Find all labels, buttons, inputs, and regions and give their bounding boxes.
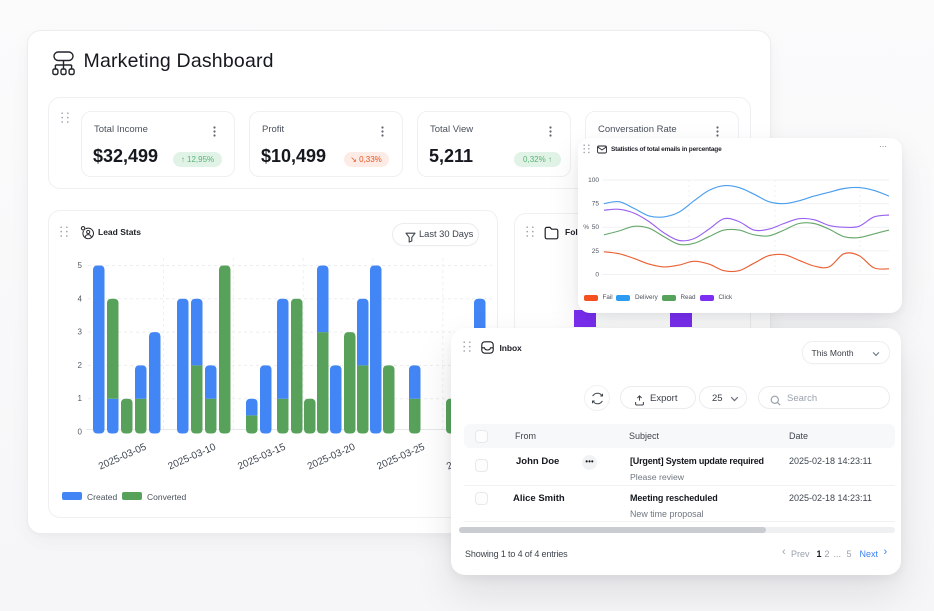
svg-text:%: % — [583, 224, 589, 231]
svg-text:100: 100 — [588, 177, 599, 184]
svg-text:50: 50 — [592, 224, 600, 231]
svg-text:0: 0 — [595, 272, 599, 279]
svg-text:75: 75 — [592, 201, 600, 208]
svg-text:25: 25 — [592, 248, 600, 255]
